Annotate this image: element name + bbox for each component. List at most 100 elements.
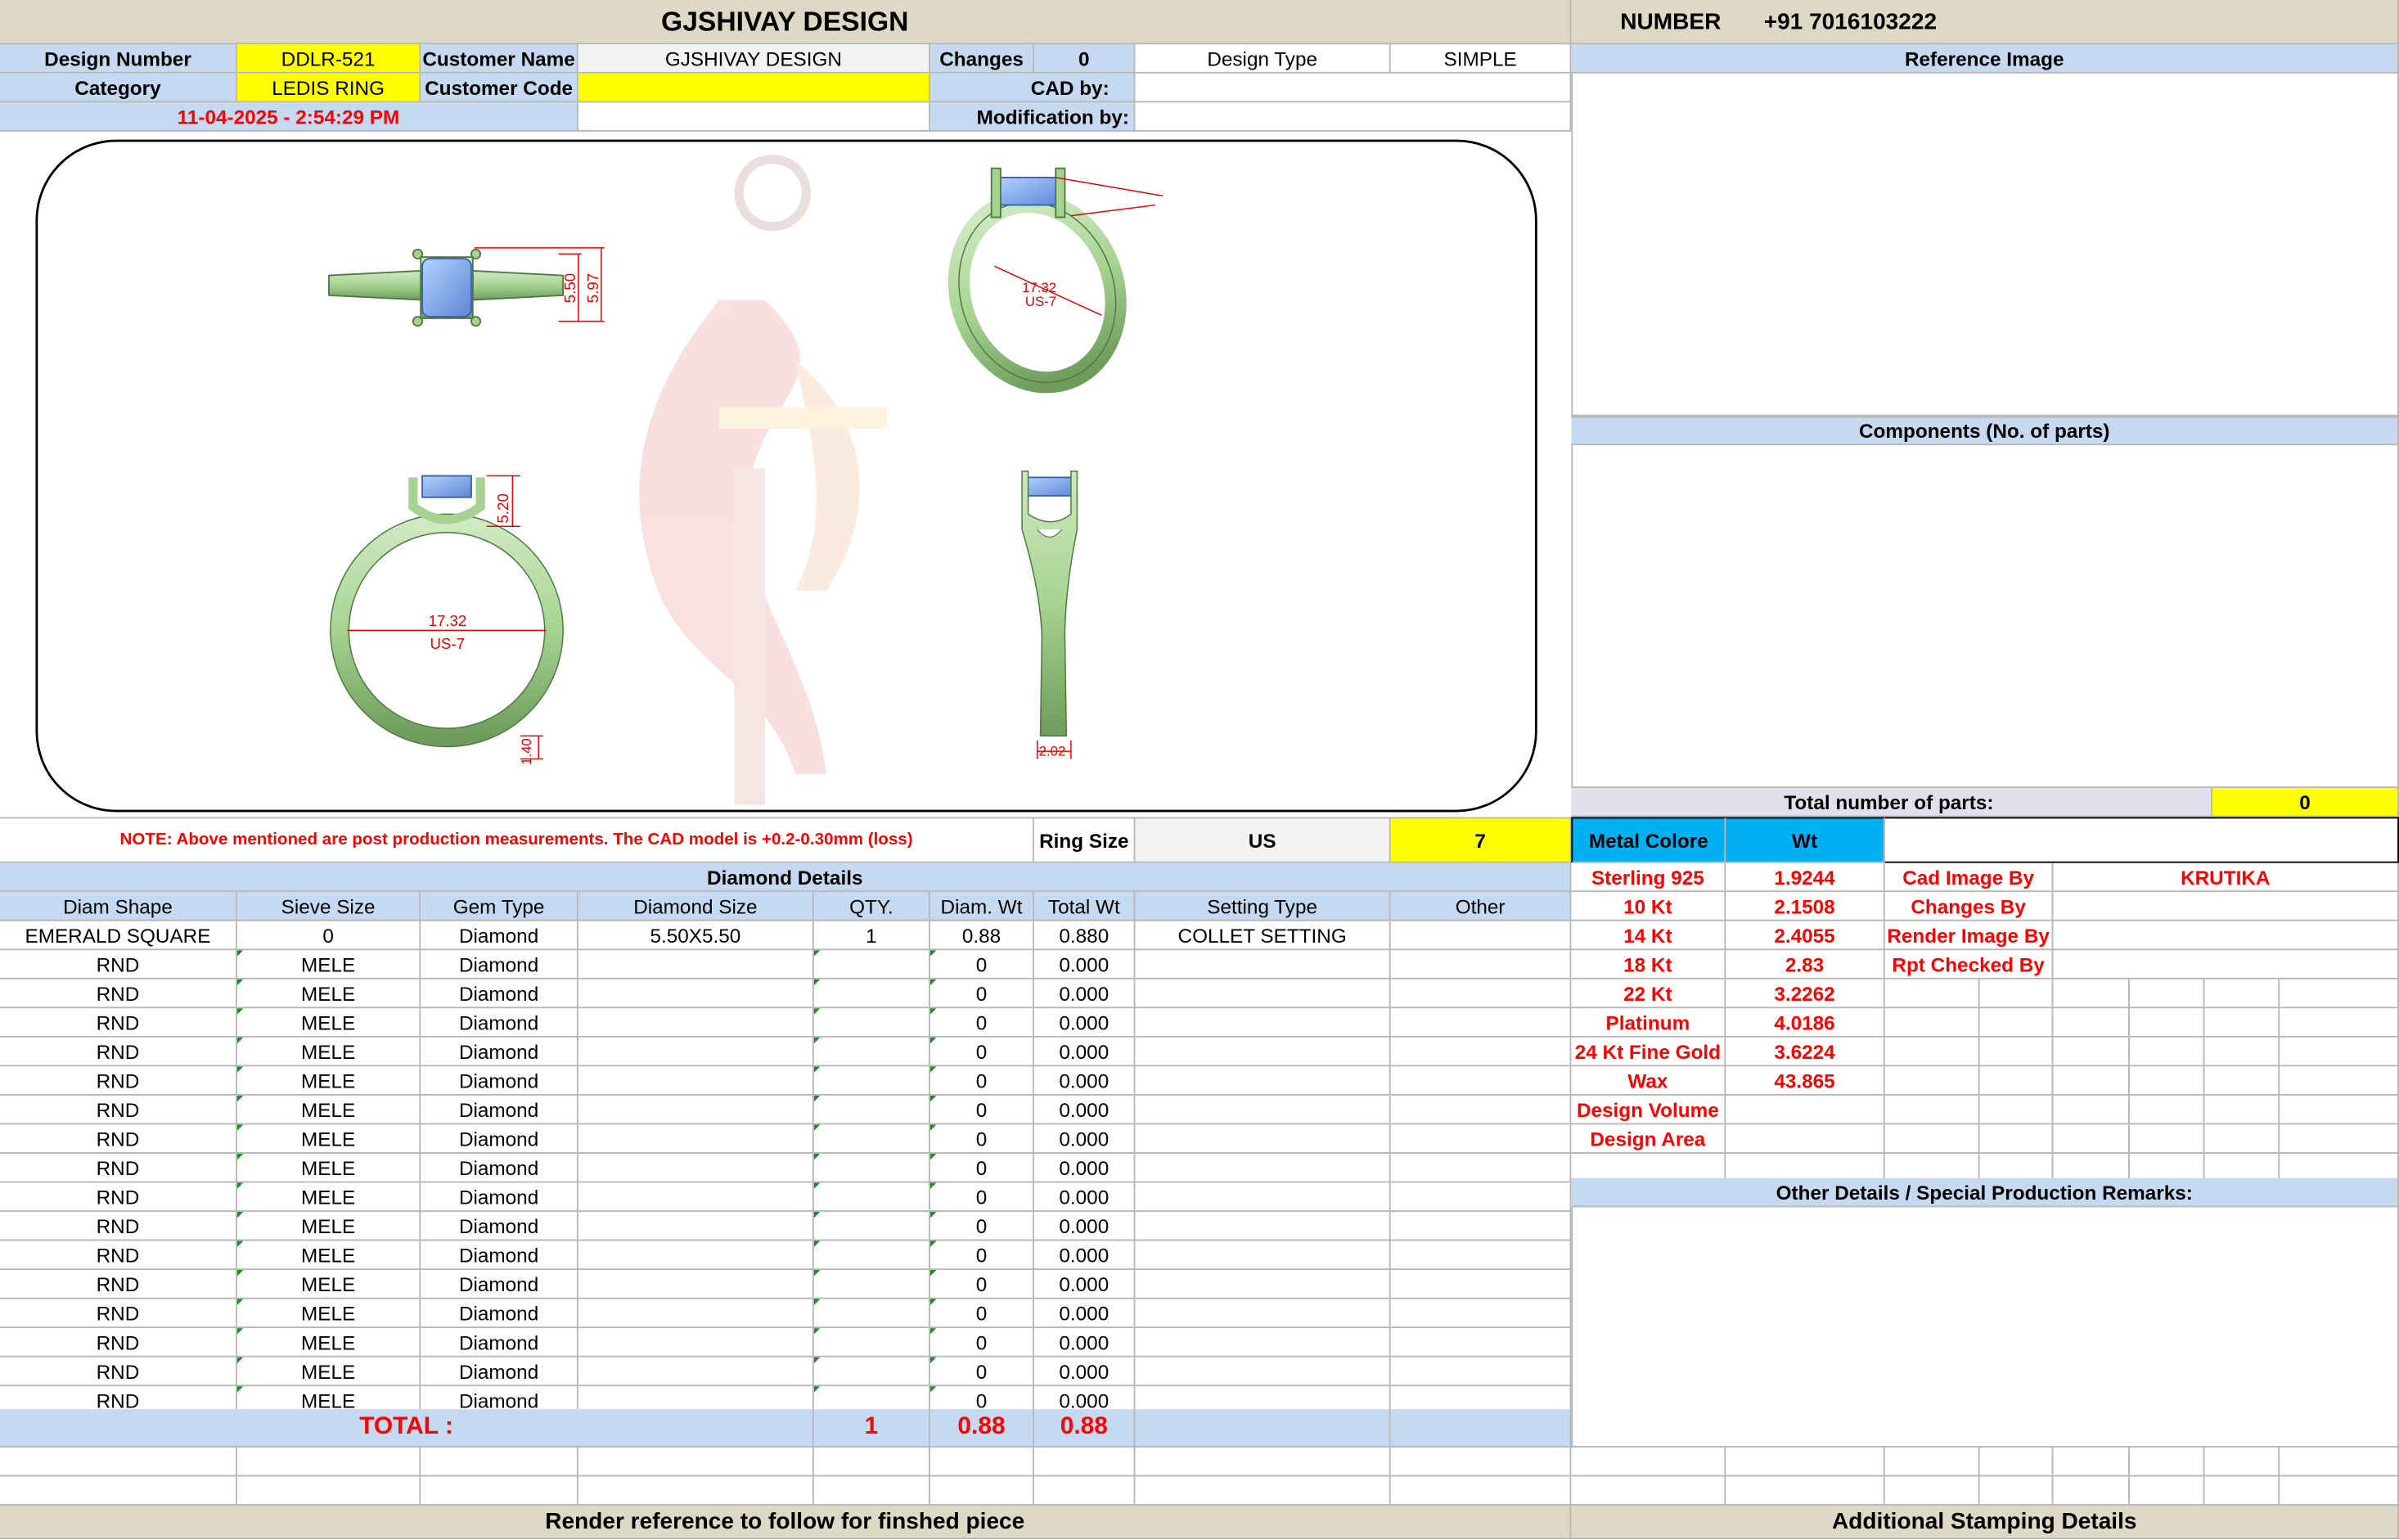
blank-cell[interactable] bbox=[1726, 1476, 1885, 1506]
diamond-cell-sieve[interactable]: MELE bbox=[236, 1357, 421, 1387]
blank-cell[interactable] bbox=[1135, 1476, 1391, 1506]
category-value[interactable]: LEDIS RING bbox=[236, 73, 421, 103]
diamond-cell-shape[interactable]: RND bbox=[0, 1153, 237, 1183]
diamond-cell-dwt[interactable]: 0 bbox=[929, 1357, 1035, 1387]
diamond-cell-twt[interactable]: 0.000 bbox=[1034, 979, 1136, 1009]
diamond-cell-size[interactable] bbox=[578, 1357, 814, 1387]
diamond-cell-setting[interactable]: COLLET SETTING bbox=[1135, 921, 1391, 951]
diamond-cell-gem[interactable]: Diamond bbox=[421, 1124, 578, 1154]
diamond-cell-shape[interactable]: RND bbox=[0, 1328, 237, 1358]
diamond-cell-sieve[interactable]: MELE bbox=[236, 1095, 421, 1125]
diamond-cell-setting[interactable] bbox=[1135, 1357, 1391, 1387]
blank-cell[interactable] bbox=[1034, 1476, 1136, 1506]
blank-cell[interactable] bbox=[2053, 1447, 2130, 1477]
diamond-cell-shape[interactable]: RND bbox=[0, 1182, 237, 1212]
diamond-cell-twt[interactable]: 0.000 bbox=[1034, 1357, 1136, 1387]
diamond-cell-qty[interactable] bbox=[813, 979, 930, 1009]
diamond-cell-gem[interactable]: Diamond bbox=[421, 1299, 578, 1329]
blank-cell[interactable] bbox=[0, 1447, 237, 1477]
changes-value[interactable]: 0 bbox=[1034, 44, 1136, 74]
diamond-cell-setting[interactable] bbox=[1135, 1328, 1391, 1358]
diamond-cell-twt[interactable]: 0.000 bbox=[1034, 1008, 1136, 1038]
diamond-cell-other[interactable] bbox=[1390, 1124, 1572, 1154]
blank-cell[interactable] bbox=[1979, 1476, 2054, 1506]
diamond-cell-qty[interactable] bbox=[813, 1241, 930, 1271]
diamond-cell-sieve[interactable]: MELE bbox=[236, 1182, 421, 1212]
diamond-cell-gem[interactable]: Diamond bbox=[421, 1270, 578, 1299]
diamond-cell-dwt[interactable]: 0 bbox=[929, 1124, 1035, 1154]
blank-cell[interactable] bbox=[2129, 1447, 2205, 1477]
diamond-cell-shape[interactable]: RND bbox=[0, 1095, 237, 1125]
diamond-cell-other[interactable] bbox=[1390, 1095, 1572, 1125]
diamond-cell-dwt[interactable]: 0 bbox=[929, 950, 1035, 979]
diamond-cell-setting[interactable] bbox=[1135, 1008, 1391, 1038]
diamond-cell-other[interactable] bbox=[1390, 1241, 1572, 1271]
diamond-cell-sieve[interactable]: MELE bbox=[236, 1241, 421, 1271]
modification-by-value[interactable] bbox=[1135, 102, 1572, 132]
diamond-cell-shape[interactable]: RND bbox=[0, 1270, 237, 1299]
blank-cell[interactable] bbox=[2204, 1476, 2280, 1506]
diamond-cell-size[interactable] bbox=[578, 1270, 814, 1299]
diamond-cell-setting[interactable] bbox=[1135, 1124, 1391, 1154]
diamond-cell-sieve[interactable]: MELE bbox=[236, 1124, 421, 1154]
blank-cell[interactable] bbox=[1571, 1447, 1726, 1477]
blank-cell[interactable] bbox=[236, 1447, 421, 1477]
other-details-box[interactable] bbox=[1571, 1207, 2399, 1448]
diamond-cell-size[interactable] bbox=[578, 1211, 814, 1241]
diamond-cell-gem[interactable]: Diamond bbox=[421, 921, 578, 951]
diamond-cell-twt[interactable]: 0.000 bbox=[1034, 1066, 1136, 1096]
diamond-cell-qty[interactable] bbox=[813, 950, 930, 979]
diamond-cell-sieve[interactable]: MELE bbox=[236, 1008, 421, 1038]
diamond-cell-qty[interactable] bbox=[813, 1153, 930, 1183]
diamond-cell-other[interactable] bbox=[1390, 1357, 1572, 1387]
diamond-cell-sieve[interactable]: MELE bbox=[236, 1211, 421, 1241]
customer-name-value[interactable]: GJSHIVAY DESIGN bbox=[578, 44, 930, 74]
blank-cell[interactable] bbox=[2129, 1476, 2205, 1506]
blank-cell[interactable] bbox=[2204, 1447, 2280, 1477]
blank-cell[interactable] bbox=[813, 1476, 930, 1506]
diamond-cell-twt[interactable]: 0.000 bbox=[1034, 1095, 1136, 1125]
diamond-cell-dwt[interactable]: 0 bbox=[929, 1008, 1035, 1038]
diamond-cell-dwt[interactable]: 0 bbox=[929, 1270, 1035, 1299]
diamond-cell-dwt[interactable]: 0 bbox=[929, 1211, 1035, 1241]
diamond-cell-dwt[interactable]: 0.88 bbox=[929, 921, 1035, 951]
diamond-cell-size[interactable]: 5.50X5.50 bbox=[578, 921, 814, 951]
diamond-cell-setting[interactable] bbox=[1135, 1241, 1391, 1271]
diamond-cell-twt[interactable]: 0.000 bbox=[1034, 1241, 1136, 1271]
diamond-cell-other[interactable] bbox=[1390, 1299, 1572, 1329]
blank-cell[interactable] bbox=[929, 1476, 1035, 1506]
credit-value[interactable] bbox=[2053, 921, 2399, 951]
diamond-cell-setting[interactable] bbox=[1135, 1066, 1391, 1096]
diamond-cell-dwt[interactable]: 0 bbox=[929, 1241, 1035, 1271]
diamond-cell-qty[interactable] bbox=[813, 1095, 930, 1125]
diamond-cell-setting[interactable] bbox=[1135, 1037, 1391, 1067]
diamond-cell-shape[interactable]: RND bbox=[0, 1037, 237, 1067]
diamond-cell-other[interactable] bbox=[1390, 1037, 1572, 1067]
diamond-cell-twt[interactable]: 0.000 bbox=[1034, 1299, 1136, 1329]
blank-cell[interactable] bbox=[2280, 1447, 2399, 1477]
blank-cell[interactable] bbox=[236, 1476, 421, 1506]
diamond-cell-qty[interactable] bbox=[813, 1066, 930, 1096]
diamond-cell-setting[interactable] bbox=[1135, 1095, 1391, 1125]
diamond-cell-other[interactable] bbox=[1390, 1328, 1572, 1358]
diamond-cell-twt[interactable]: 0.000 bbox=[1034, 1182, 1136, 1212]
diamond-cell-twt[interactable]: 0.000 bbox=[1034, 1124, 1136, 1154]
diamond-cell-dwt[interactable]: 0 bbox=[929, 1066, 1035, 1096]
diamond-cell-qty[interactable] bbox=[813, 1008, 930, 1038]
credit-value[interactable] bbox=[2053, 892, 2399, 921]
diamond-cell-size[interactable] bbox=[578, 950, 814, 979]
blank-cell[interactable] bbox=[1979, 1447, 2054, 1477]
diamond-cell-setting[interactable] bbox=[1135, 979, 1391, 1009]
diamond-cell-gem[interactable]: Diamond bbox=[421, 1182, 578, 1212]
diamond-cell-other[interactable] bbox=[1390, 1066, 1572, 1096]
blank-cell[interactable] bbox=[578, 1476, 814, 1506]
blank-cell[interactable] bbox=[0, 1476, 237, 1506]
blank-cell[interactable] bbox=[2280, 1476, 2399, 1506]
blank-cell[interactable] bbox=[1726, 1447, 1885, 1477]
diamond-cell-size[interactable] bbox=[578, 1066, 814, 1096]
diamond-cell-sieve[interactable]: 0 bbox=[236, 921, 421, 951]
diamond-cell-qty[interactable] bbox=[813, 1211, 930, 1241]
diamond-cell-size[interactable] bbox=[578, 1182, 814, 1212]
diamond-cell-other[interactable] bbox=[1390, 979, 1572, 1009]
diamond-cell-dwt[interactable]: 0 bbox=[929, 1095, 1035, 1125]
